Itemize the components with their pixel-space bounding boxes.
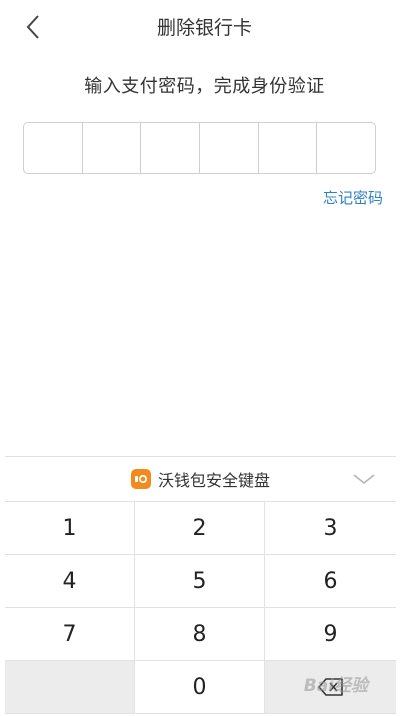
key-8[interactable]: 8 xyxy=(135,608,265,661)
forgot-password-link[interactable]: 忘记密码 xyxy=(323,187,383,208)
pin-cell xyxy=(317,123,375,173)
pin-cell xyxy=(24,123,83,173)
pin-cell xyxy=(83,123,142,173)
page-title: 删除银行卡 xyxy=(156,17,252,39)
key-6[interactable]: 6 xyxy=(265,555,396,608)
secure-keyboard: 沃钱包安全键盘 1 2 3 4 5 6 7 8 9 0 Bai经验 xyxy=(5,456,396,716)
backspace-icon xyxy=(317,678,343,696)
key-3[interactable]: 3 xyxy=(265,502,396,555)
key-7[interactable]: 7 xyxy=(5,608,135,661)
key-0[interactable]: 0 xyxy=(135,661,265,714)
pin-cell xyxy=(141,123,201,173)
keyboard-title: 沃钱包安全键盘 xyxy=(157,471,270,490)
key-4[interactable]: 4 xyxy=(5,555,135,608)
pin-input[interactable] xyxy=(23,122,376,174)
key-blank xyxy=(5,661,135,714)
key-9[interactable]: 9 xyxy=(265,608,396,661)
keyboard-header: 沃钱包安全键盘 xyxy=(5,457,396,502)
pin-cell xyxy=(200,123,259,173)
keyboard-collapse-button[interactable] xyxy=(350,467,378,491)
key-1[interactable]: 1 xyxy=(5,502,135,555)
pin-cell xyxy=(259,123,318,173)
key-2[interactable]: 2 xyxy=(135,502,265,555)
nav-bar: 删除银行卡 xyxy=(0,0,409,52)
key-5[interactable]: 5 xyxy=(135,555,265,608)
chevron-down-icon xyxy=(353,474,375,485)
delete-key[interactable] xyxy=(265,661,396,714)
password-prompt: 输入支付密码，完成身份验证 xyxy=(84,76,325,97)
keypad: 1 2 3 4 5 6 7 8 9 0 xyxy=(5,502,396,714)
wo-wallet-logo-icon xyxy=(130,469,151,489)
